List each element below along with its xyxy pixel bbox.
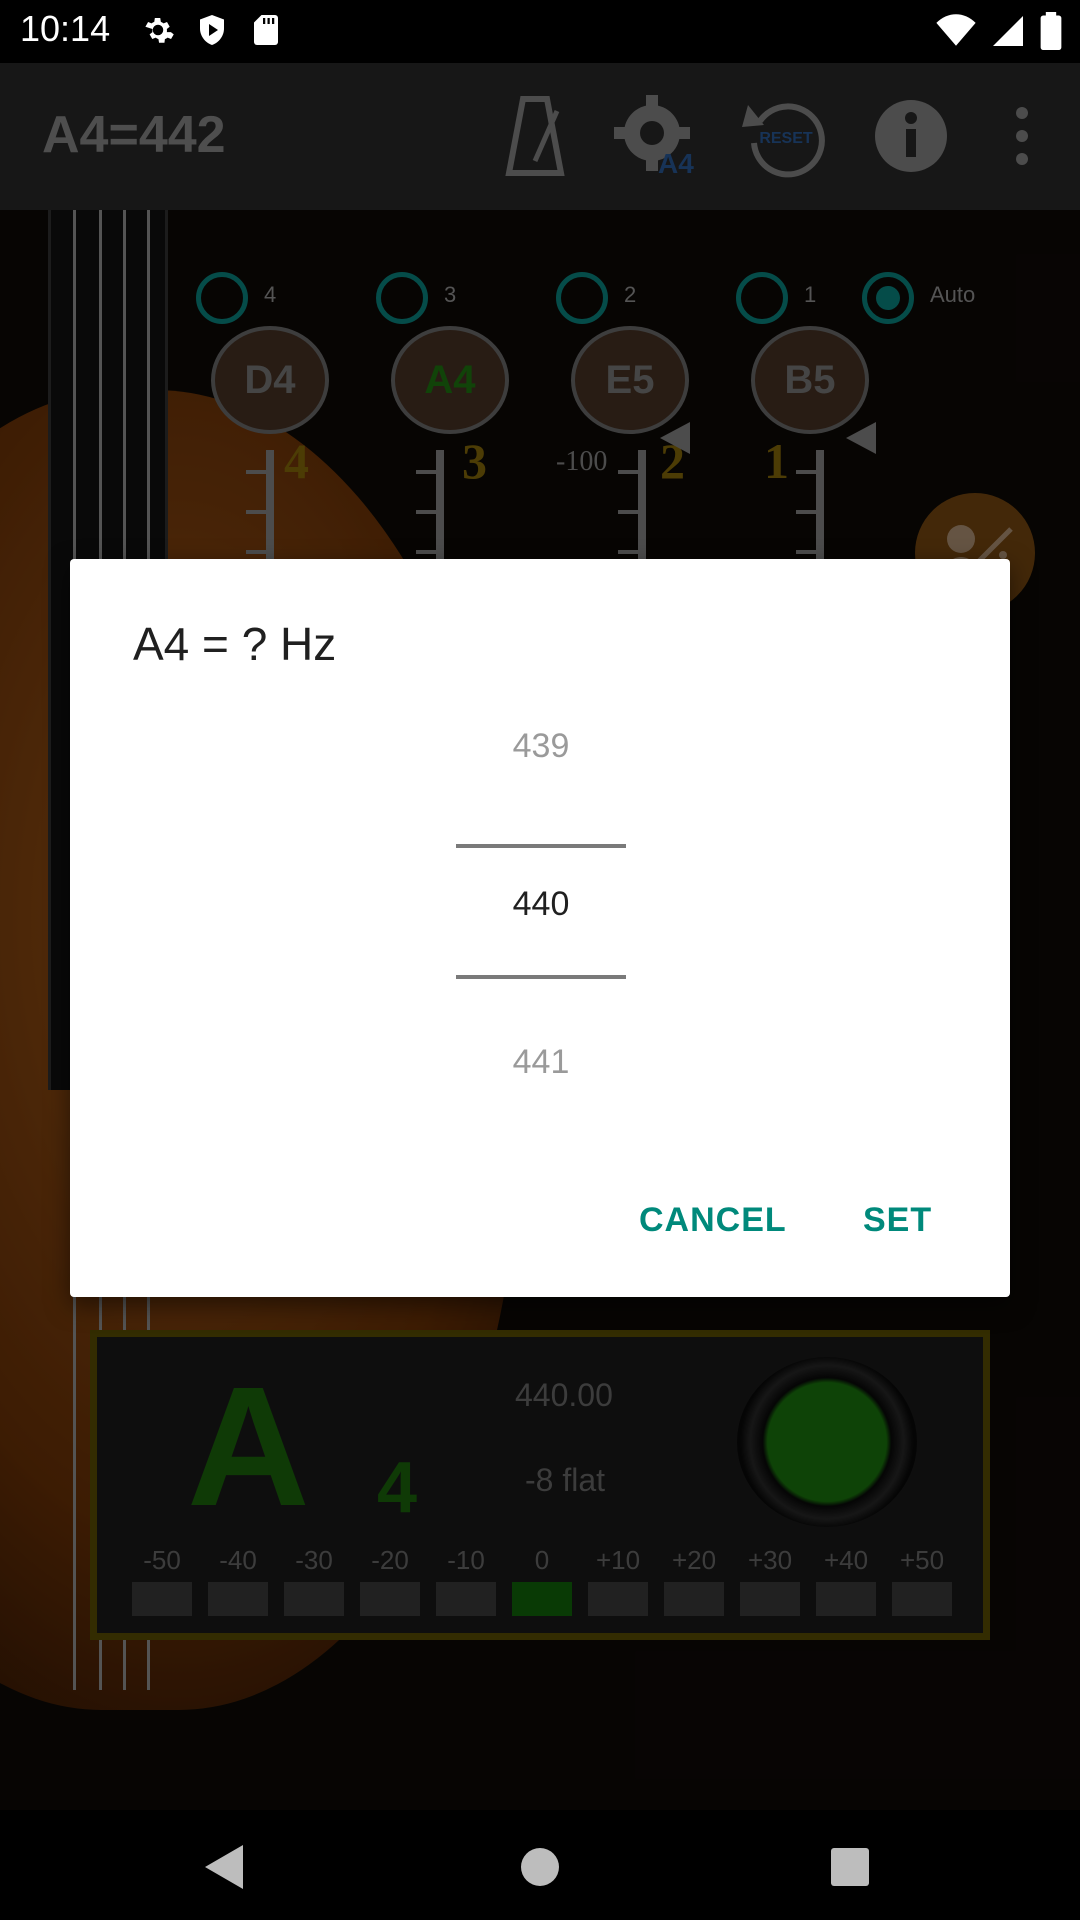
picker-next-value[interactable]: 441 <box>456 1043 626 1082</box>
signal-icon <box>990 13 1026 53</box>
sd-card-icon <box>248 12 284 52</box>
home-icon[interactable] <box>521 1848 559 1886</box>
navigation-bar <box>0 1810 1080 1920</box>
settings-icon <box>140 12 176 52</box>
picker-divider <box>456 975 626 979</box>
wifi-icon <box>936 13 976 53</box>
status-bar: 10:14 <box>0 0 1080 63</box>
status-time: 10:14 <box>20 8 111 49</box>
picker-current-value[interactable]: 440 <box>456 885 626 924</box>
set-button[interactable]: SET <box>863 1201 932 1240</box>
recents-icon[interactable] <box>831 1848 869 1886</box>
back-icon[interactable] <box>205 1845 243 1889</box>
reference-pitch-dialog: A4 = ? Hz 439 440 441 CANCEL SET <box>70 559 1010 1297</box>
number-picker[interactable]: 439 440 441 <box>456 689 626 1109</box>
picker-divider <box>456 844 626 848</box>
cancel-button[interactable]: CANCEL <box>639 1201 787 1240</box>
dialog-title: A4 = ? Hz <box>133 618 337 670</box>
battery-icon <box>1040 12 1062 54</box>
shield-icon <box>194 12 230 52</box>
picker-previous-value[interactable]: 439 <box>456 727 626 766</box>
